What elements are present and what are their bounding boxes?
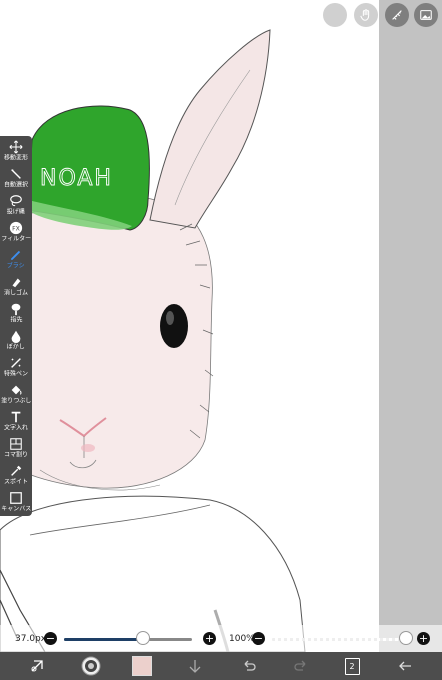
tool-label: 特殊ペン [4, 370, 28, 378]
rabbit-eye [160, 304, 188, 348]
smudge-icon [11, 303, 21, 316]
down-arrow-icon[interactable] [183, 652, 207, 680]
opacity-slider-knob[interactable] [399, 631, 413, 645]
flip-icon[interactable] [22, 652, 52, 680]
undo-icon[interactable] [237, 652, 261, 680]
reference-image-icon[interactable] [414, 3, 438, 27]
hand-icon[interactable] [354, 3, 378, 27]
frame-divider-icon [10, 438, 22, 450]
magic-wand-icon [11, 169, 21, 179]
tool-brush[interactable]: ブラシ [0, 246, 32, 273]
tool-label: ぼかし [7, 343, 25, 351]
tool-eyedropper[interactable]: スポイト [0, 462, 32, 489]
tool-label: 投げ縄 [7, 208, 25, 216]
eyedropper-icon [11, 465, 22, 476]
tool-magic-wand[interactable]: 自動選択 [0, 165, 32, 192]
tool-label: 自動選択 [4, 181, 28, 189]
tool-label: フィルター [1, 235, 31, 243]
tool-canvas[interactable]: キャンバス [0, 489, 32, 516]
tool-lasso[interactable]: 投げ縄 [0, 192, 32, 219]
opacity-plus-button[interactable]: + [417, 632, 430, 645]
brush-size-minus-button[interactable]: − [44, 632, 57, 645]
bottom-toolbar: 2 [0, 652, 442, 680]
special-pen-icon [11, 358, 21, 368]
brush-size-plus-button[interactable]: + [203, 632, 216, 645]
opacity-minus-button[interactable]: − [252, 632, 265, 645]
tool-palette: 移動変形 自動選択 投げ縄 FX フィルター ブラシ 消しゴム 指先 ぼかし 特… [0, 136, 32, 516]
tool-label: キャンバス [1, 505, 31, 513]
canvas-icon [10, 492, 22, 504]
circle-blank-icon[interactable] [323, 3, 347, 27]
move-icon [9, 140, 23, 154]
fx-icon: FX [9, 221, 23, 235]
canvas-gutter [379, 0, 442, 652]
tool-filter[interactable]: FX フィルター [0, 219, 32, 246]
tool-special-pen[interactable]: 特殊ペン [0, 354, 32, 381]
tool-label: 文字入れ [4, 424, 28, 432]
brush-slider-bar: 37.0px − + 100% − + [0, 625, 442, 652]
redo-icon[interactable] [289, 652, 313, 680]
tool-frame-divider[interactable]: コマ割り [0, 435, 32, 462]
opacity-value: 100% [229, 634, 255, 644]
color-wheel-icon[interactable] [77, 652, 105, 680]
brush-size-value: 37.0px [15, 634, 47, 644]
rabbit-ear [149, 29, 271, 229]
tool-move[interactable]: 移動変形 [0, 138, 32, 165]
brush-size-slider-knob[interactable] [136, 631, 151, 645]
tool-label: 指先 [10, 316, 22, 324]
tool-smudge[interactable]: 指先 [0, 300, 32, 327]
brush-icon [10, 250, 21, 261]
eraser-icon [12, 278, 21, 288]
current-color-swatch[interactable] [131, 652, 153, 680]
cap-text: NOAH [40, 166, 113, 191]
tool-fill[interactable]: 塗りつぶし [0, 381, 32, 408]
rabbit-illustration: NOAH [0, 29, 306, 652]
tool-eraser[interactable]: 消しゴム [0, 273, 32, 300]
layer-count: 2 [344, 657, 360, 675]
brush-size-track[interactable] [64, 638, 192, 641]
tool-blur[interactable]: ぼかし [0, 327, 32, 354]
lasso-icon [10, 195, 22, 207]
bucket-icon [11, 385, 22, 395]
layers-icon[interactable]: 2 [340, 652, 364, 680]
tool-label: スポイト [4, 478, 28, 486]
back-arrow-icon[interactable] [392, 652, 418, 680]
tool-label: コマ割り [4, 451, 28, 459]
tool-text[interactable]: 文字入れ [0, 408, 32, 435]
ruler-icon[interactable] [385, 3, 409, 27]
tool-label: 塗りつぶし [1, 397, 31, 405]
drawing-canvas[interactable]: NOAH [0, 0, 379, 652]
tool-label: 移動変形 [4, 154, 28, 162]
tool-label: 消しゴム [4, 289, 28, 297]
tool-label: ブラシ [7, 262, 25, 270]
blur-icon [11, 330, 21, 343]
svg-text:FX: FX [12, 226, 20, 233]
opacity-track[interactable] [272, 638, 406, 641]
text-icon [11, 411, 21, 423]
